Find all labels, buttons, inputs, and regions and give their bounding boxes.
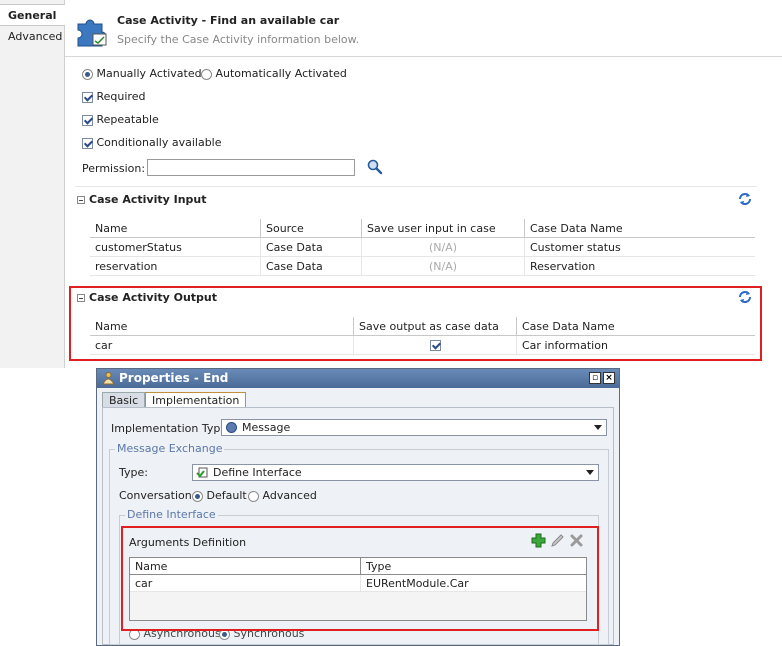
page-title: Case Activity - Find an available car	[117, 14, 340, 27]
required-checkbox[interactable]	[82, 91, 93, 103]
automatically-activated-option[interactable]: Automatically Activated	[201, 67, 347, 80]
highlight-box	[121, 526, 599, 631]
app-icon	[102, 372, 115, 385]
input-table: Name Source Save user input in case Case…	[90, 219, 755, 276]
maximize-button[interactable]: ▫	[589, 372, 601, 384]
conversation-advanced-label: Advanced	[262, 489, 317, 502]
search-icon[interactable]	[367, 159, 383, 175]
type-value: Define Interface	[213, 466, 302, 479]
cell-data-name: Customer status	[524, 237, 755, 257]
nav-tab-general[interactable]: General	[0, 4, 65, 26]
conversation-default-label: Default	[206, 489, 247, 502]
column-header[interactable]: Save user input in case	[361, 219, 525, 238]
properties-dialog: Properties - End ▫ × Basic Implementatio…	[96, 368, 620, 646]
close-button[interactable]: ×	[603, 372, 615, 384]
cell-save-input: (N/A)	[361, 237, 525, 257]
table-row[interactable]: customerStatus Case Data (N/A) Customer …	[90, 237, 755, 257]
chevron-down-icon	[586, 470, 594, 475]
dialog-title: Properties - End	[119, 371, 229, 385]
divider	[75, 186, 757, 187]
refresh-icon[interactable]	[737, 192, 753, 206]
case-activity-input-title: Case Activity Input	[89, 193, 207, 206]
required-label: Required	[96, 90, 146, 103]
automatically-activated-label: Automatically Activated	[215, 67, 347, 80]
column-header[interactable]: Case Data Name	[524, 219, 755, 238]
type-label: Type:	[119, 466, 148, 479]
chevron-down-icon	[594, 425, 602, 430]
implementation-type-select[interactable]: Message	[221, 419, 607, 436]
case-activity-panel: General Advanced Case Activity - Find an…	[0, 0, 782, 368]
automatically-activated-radio[interactable]	[201, 68, 212, 80]
conversation-default-radio[interactable]	[192, 490, 203, 502]
puzzle-piece-icon	[77, 19, 107, 47]
cell-data-name: Reservation	[524, 256, 755, 276]
conversation-advanced-option[interactable]: Advanced	[248, 489, 317, 502]
permission-input[interactable]	[147, 159, 355, 176]
required-option[interactable]: Required	[82, 90, 145, 103]
repeatable-checkbox[interactable]	[82, 114, 93, 126]
permission-label: Permission:	[82, 162, 146, 175]
conditionally-available-label: Conditionally available	[96, 136, 222, 149]
case-activity-input-header[interactable]: Case Activity Input	[77, 193, 206, 206]
manually-activated-radio[interactable]	[82, 68, 93, 80]
conversation-label: Conversation:	[119, 489, 196, 502]
cell-name: customerStatus	[90, 237, 261, 257]
cell-source: Case Data	[260, 256, 362, 276]
implementation-type-value: Message	[242, 421, 291, 434]
conditionally-available-checkbox[interactable]	[82, 137, 93, 149]
page-subtitle: Specify the Case Activity information be…	[117, 33, 360, 46]
table-header-row: Name Source Save user input in case Case…	[90, 219, 755, 238]
column-header[interactable]: Source	[260, 219, 362, 238]
nav-tab-advanced[interactable]: Advanced	[0, 26, 64, 48]
cell-name: reservation	[90, 256, 261, 276]
cell-source: Case Data	[260, 237, 362, 257]
cell-save-input: (N/A)	[361, 256, 525, 276]
implementation-type-label: Implementation Type:	[111, 422, 231, 435]
table-row[interactable]: reservation Case Data (N/A) Reservation	[90, 256, 755, 276]
column-header[interactable]: Name	[90, 219, 261, 238]
repeatable-label: Repeatable	[96, 113, 159, 126]
conversation-advanced-radio[interactable]	[248, 490, 259, 502]
tab-basic[interactable]: Basic	[102, 392, 146, 408]
conditionally-available-option[interactable]: Conditionally available	[82, 136, 222, 149]
side-navigation: General Advanced	[0, 0, 65, 368]
tab-implementation[interactable]: Implementation	[145, 392, 247, 408]
header-area	[65, 0, 782, 57]
conversation-default-option[interactable]: Default	[192, 489, 247, 502]
highlight-box	[69, 286, 762, 361]
manually-activated-label: Manually Activated	[96, 67, 202, 80]
message-icon	[226, 422, 237, 433]
type-select[interactable]: Define Interface	[192, 464, 599, 481]
manually-activated-option[interactable]: Manually Activated	[82, 67, 202, 80]
collapse-icon[interactable]	[77, 196, 85, 204]
message-exchange-legend: Message Exchange	[115, 442, 225, 455]
repeatable-option[interactable]: Repeatable	[82, 113, 159, 126]
define-interface-legend: Define Interface	[125, 508, 218, 521]
interface-icon	[196, 467, 208, 478]
dialog-title-bar[interactable]: Properties - End ▫ ×	[97, 369, 619, 388]
